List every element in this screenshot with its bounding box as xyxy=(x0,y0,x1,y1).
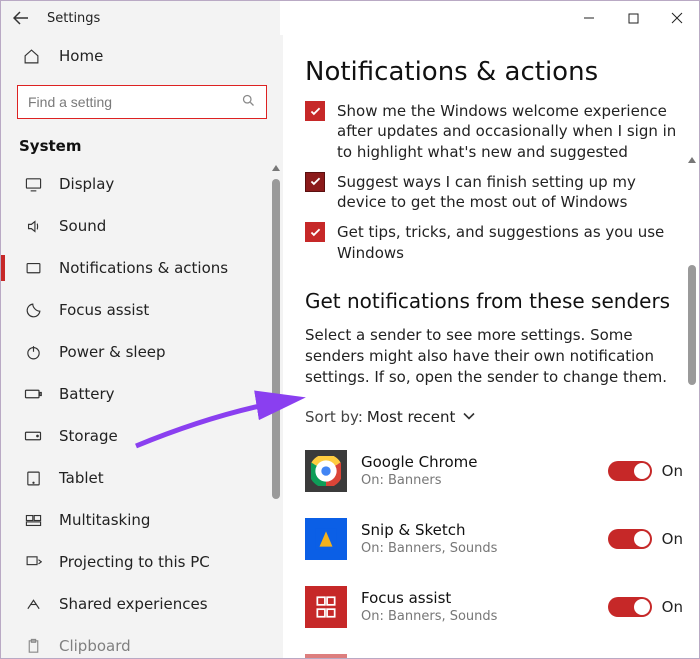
checkbox-icon[interactable] xyxy=(305,222,325,242)
sender-name: Snip & Sketch xyxy=(361,521,594,539)
checkbox-icon[interactable] xyxy=(305,172,325,192)
sidebar-item-label: Focus assist xyxy=(59,301,149,319)
sidebar-item-label: Multitasking xyxy=(59,511,150,529)
toggle-switch[interactable] xyxy=(608,529,652,549)
focus-assist-app-icon xyxy=(305,586,347,628)
sidebar-item-label: Notifications & actions xyxy=(59,259,228,277)
sidebar-item-multitasking[interactable]: Multitasking xyxy=(1,499,283,541)
chrome-icon xyxy=(305,450,347,492)
sort-by-value: Most recent xyxy=(367,408,456,426)
sidebar-item-label: Sound xyxy=(59,217,106,235)
page-title: Notifications & actions xyxy=(305,57,683,87)
messages-app-icon xyxy=(305,654,347,658)
storage-icon xyxy=(23,429,43,443)
display-icon xyxy=(23,176,43,193)
shared-exp-icon xyxy=(23,596,43,613)
sidebar-item-projecting[interactable]: Projecting to this PC xyxy=(1,541,283,583)
sidebar-home-label: Home xyxy=(59,47,103,65)
titlebar: Settings xyxy=(1,1,699,35)
maximize-button[interactable] xyxy=(611,1,655,35)
senders-heading: Get notifications from these senders xyxy=(305,289,683,313)
sidebar-item-notifications[interactable]: Notifications & actions xyxy=(1,247,283,289)
sort-by-dropdown[interactable]: Sort by: Most recent xyxy=(305,408,683,426)
sender-sub: On: Banners, Sounds xyxy=(361,609,594,624)
sort-by-label: Sort by: xyxy=(305,408,363,426)
sidebar-item-label: Shared experiences xyxy=(59,595,208,613)
checkbox-tips[interactable]: Get tips, tricks, and suggestions as you… xyxy=(305,222,683,263)
tablet-icon xyxy=(23,470,43,487)
main-scrollbar[interactable] xyxy=(687,155,697,595)
window-title: Settings xyxy=(47,11,100,26)
focus-assist-icon xyxy=(23,302,43,319)
sidebar-home[interactable]: Home xyxy=(1,35,283,77)
sidebar-item-power-sleep[interactable]: Power & sleep xyxy=(1,331,283,373)
sidebar-item-label: Power & sleep xyxy=(59,343,166,361)
sidebar: Home System Display Sound xyxy=(1,35,283,658)
multitasking-icon xyxy=(23,512,43,529)
sender-row-focus-assist[interactable]: Focus assist On: Banners, Sounds On xyxy=(305,578,683,636)
sender-row-google-chrome[interactable]: Google Chrome On: Banners On xyxy=(305,442,683,500)
sidebar-item-tablet[interactable]: Tablet xyxy=(1,457,283,499)
sender-row-snip-sketch[interactable]: Snip & Sketch On: Banners, Sounds On xyxy=(305,510,683,568)
sidebar-item-label: Battery xyxy=(59,385,115,403)
power-icon xyxy=(23,344,43,361)
sidebar-scrollbar[interactable] xyxy=(271,163,281,658)
checkbox-icon[interactable] xyxy=(305,101,325,121)
scrollbar-thumb[interactable] xyxy=(688,265,696,385)
toggle-switch[interactable] xyxy=(608,597,652,617)
search-input[interactable] xyxy=(17,85,267,119)
projecting-icon xyxy=(23,554,43,571)
checkbox-label: Show me the Windows welcome experience a… xyxy=(337,101,683,162)
clipboard-icon xyxy=(23,638,43,655)
minimize-button[interactable] xyxy=(567,1,611,35)
senders-description: Select a sender to see more settings. So… xyxy=(305,325,683,388)
sidebar-item-label: Display xyxy=(59,175,114,193)
notifications-icon xyxy=(23,260,43,277)
sender-sub: On: Banners, Sounds xyxy=(361,541,594,556)
battery-icon xyxy=(23,387,43,401)
sidebar-item-clipboard[interactable]: Clipboard xyxy=(1,625,283,658)
sidebar-item-label: Storage xyxy=(59,427,118,445)
close-button[interactable] xyxy=(655,1,699,35)
toggle-label: On xyxy=(662,530,683,548)
chevron-down-icon xyxy=(463,412,475,421)
toggle-label: On xyxy=(662,462,683,480)
back-button[interactable] xyxy=(1,1,41,35)
sidebar-nav: Display Sound Notifications & actions Fo… xyxy=(1,163,283,658)
checkbox-label: Get tips, tricks, and suggestions as you… xyxy=(337,222,683,263)
sender-row-messages[interactable]: Messages (via Your Phone) xyxy=(305,646,683,658)
main-panel: Notifications & actions Show me the Wind… xyxy=(283,35,699,658)
toggle-switch[interactable] xyxy=(608,461,652,481)
sender-name: Google Chrome xyxy=(361,453,594,471)
sidebar-item-label: Tablet xyxy=(59,469,104,487)
snip-sketch-icon xyxy=(305,518,347,560)
search-field[interactable] xyxy=(28,94,241,110)
scroll-up-icon[interactable] xyxy=(687,155,697,165)
sender-sub: On: Banners xyxy=(361,473,594,488)
sidebar-item-display[interactable]: Display xyxy=(1,163,283,205)
sender-name: Focus assist xyxy=(361,589,594,607)
search-icon xyxy=(241,93,256,112)
sidebar-item-focus-assist[interactable]: Focus assist xyxy=(1,289,283,331)
scrollbar-thumb[interactable] xyxy=(272,179,280,499)
window-controls xyxy=(567,1,699,35)
scroll-up-icon[interactable] xyxy=(271,163,281,173)
settings-window: Settings Home Sys xyxy=(0,0,700,659)
sound-icon xyxy=(23,218,43,235)
sidebar-item-battery[interactable]: Battery xyxy=(1,373,283,415)
checkbox-label: Suggest ways I can finish setting up my … xyxy=(337,172,683,213)
sidebar-item-label: Clipboard xyxy=(59,637,131,655)
sidebar-item-storage[interactable]: Storage xyxy=(1,415,283,457)
sidebar-item-label: Projecting to this PC xyxy=(59,553,210,571)
checkbox-finish-setup[interactable]: Suggest ways I can finish setting up my … xyxy=(305,172,683,213)
sidebar-item-sound[interactable]: Sound xyxy=(1,205,283,247)
sidebar-item-shared-exp[interactable]: Shared experiences xyxy=(1,583,283,625)
toggle-label: On xyxy=(662,598,683,616)
checkbox-welcome-experience[interactable]: Show me the Windows welcome experience a… xyxy=(305,101,683,162)
sidebar-section-title: System xyxy=(1,129,283,163)
home-icon xyxy=(23,48,43,65)
